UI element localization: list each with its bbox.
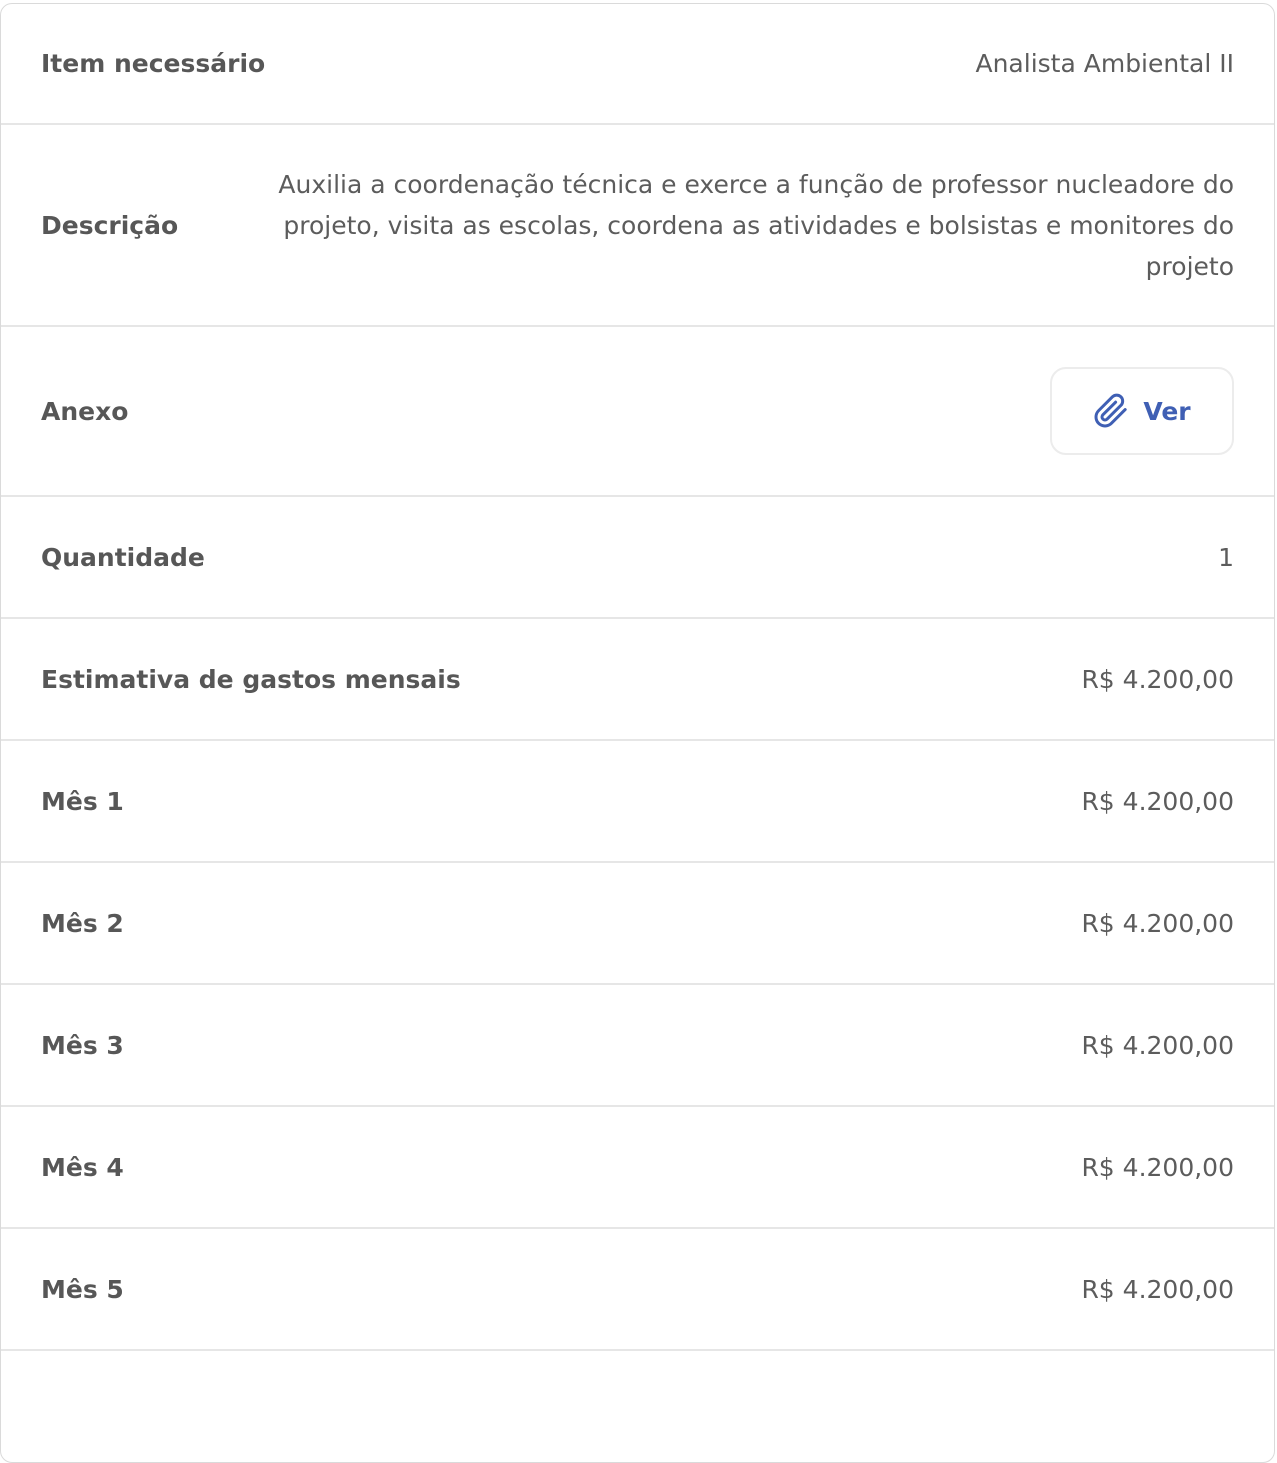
paperclip-icon bbox=[1093, 392, 1129, 430]
row-anexo: Anexo Ver bbox=[1, 327, 1274, 497]
mes-3-label: Mês 3 bbox=[41, 1030, 124, 1060]
descricao-value: Auxilia a coordenação técnica e exerce a… bbox=[278, 169, 1234, 281]
row-mes-1: Mês 1 R$ 4.200,00 bbox=[1, 741, 1274, 863]
row-mes-3: Mês 3 R$ 4.200,00 bbox=[1, 985, 1274, 1107]
mes-5-label: Mês 5 bbox=[41, 1274, 124, 1304]
item-details-card: Item necessário Analista Ambiental II De… bbox=[0, 3, 1275, 1463]
quantidade-value: 1 bbox=[1218, 542, 1234, 572]
row-mes-2: Mês 2 R$ 4.200,00 bbox=[1, 863, 1274, 985]
descricao-label: Descrição bbox=[41, 210, 179, 240]
anexo-label: Anexo bbox=[41, 396, 129, 426]
ver-button-label: Ver bbox=[1143, 396, 1191, 426]
mes-1-label: Mês 1 bbox=[41, 786, 124, 816]
mes-2-value: R$ 4.200,00 bbox=[1081, 908, 1234, 938]
row-estimativa-gastos: Estimativa de gastos mensais R$ 4.200,00 bbox=[1, 619, 1274, 741]
mes-4-label: Mês 4 bbox=[41, 1152, 124, 1182]
estimativa-value: R$ 4.200,00 bbox=[1081, 664, 1234, 694]
mes-1-value: R$ 4.200,00 bbox=[1081, 786, 1234, 816]
mes-3-value: R$ 4.200,00 bbox=[1081, 1030, 1234, 1060]
row-descricao: Descrição Auxilia a coordenação técnica … bbox=[1, 125, 1274, 327]
quantidade-label: Quantidade bbox=[41, 542, 205, 572]
item-necessario-label: Item necessário bbox=[41, 49, 266, 78]
mes-4-value: R$ 4.200,00 bbox=[1081, 1152, 1234, 1182]
mes-2-label: Mês 2 bbox=[41, 908, 124, 938]
item-necessario-value: Analista Ambiental II bbox=[975, 49, 1234, 78]
mes-5-value: R$ 4.200,00 bbox=[1081, 1274, 1234, 1304]
row-item-necessario: Item necessário Analista Ambiental II bbox=[1, 4, 1274, 125]
estimativa-label: Estimativa de gastos mensais bbox=[41, 664, 461, 694]
row-mes-4: Mês 4 R$ 4.200,00 bbox=[1, 1107, 1274, 1229]
row-quantidade: Quantidade 1 bbox=[1, 497, 1274, 619]
row-empty-next bbox=[1, 1351, 1274, 1462]
ver-attachment-button[interactable]: Ver bbox=[1050, 367, 1234, 455]
row-mes-5: Mês 5 R$ 4.200,00 bbox=[1, 1229, 1274, 1351]
